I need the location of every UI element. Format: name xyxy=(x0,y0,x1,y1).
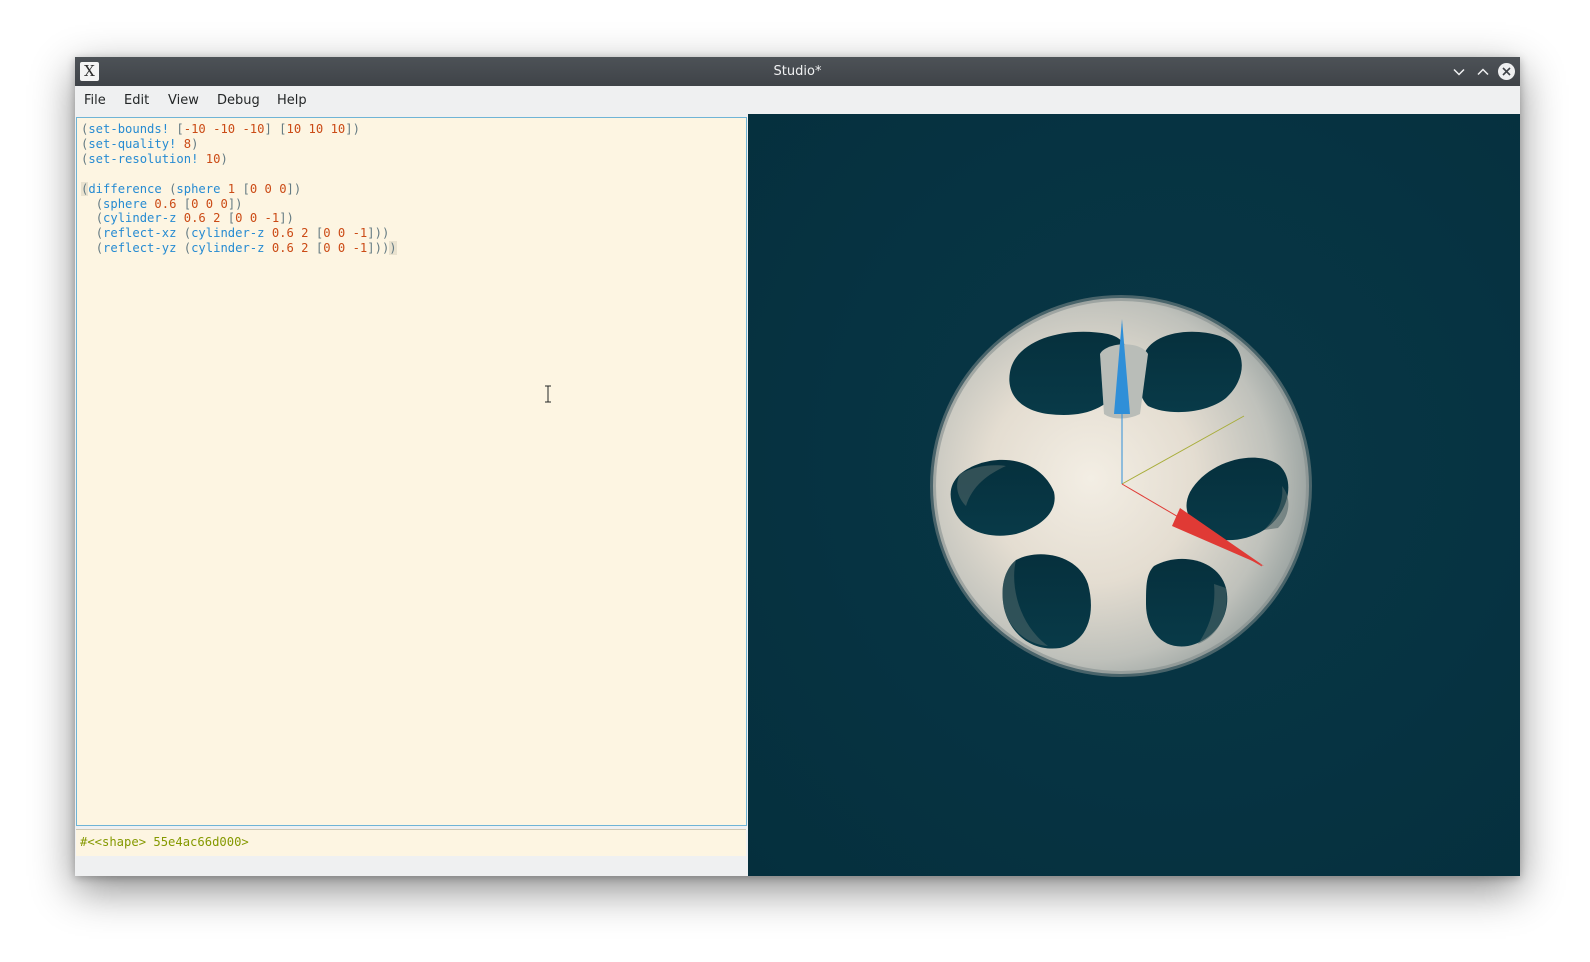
code-text[interactable]: (set-bounds! [-10 -10 -10] [10 10 10]) (… xyxy=(77,118,746,256)
menu-view[interactable]: View xyxy=(159,86,208,116)
close-icon[interactable] xyxy=(1496,61,1517,82)
title-bar[interactable]: X Studio* xyxy=(75,57,1520,86)
output-text: #<<shape> 55e4ac66d000> xyxy=(80,835,249,849)
code-editor[interactable]: (set-bounds! [-10 -10 -10] [10 10 10]) (… xyxy=(76,117,747,826)
output-panel: #<<shape> 55e4ac66d000> xyxy=(76,829,746,856)
render-canvas[interactable] xyxy=(748,114,1520,876)
menu-file[interactable]: File xyxy=(75,86,115,116)
3d-viewport[interactable] xyxy=(748,114,1520,876)
maximize-icon[interactable] xyxy=(1472,61,1493,82)
studio-window: X Studio* File Edit View Debug Help (set… xyxy=(75,57,1520,876)
minimize-icon[interactable] xyxy=(1448,61,1469,82)
window-title: Studio* xyxy=(773,64,822,79)
menu-bar: File Edit View Debug Help xyxy=(75,86,1520,116)
menu-help[interactable]: Help xyxy=(268,86,316,116)
menu-debug[interactable]: Debug xyxy=(208,86,269,116)
menu-edit[interactable]: Edit xyxy=(115,86,158,116)
text-cursor-icon xyxy=(545,385,551,403)
